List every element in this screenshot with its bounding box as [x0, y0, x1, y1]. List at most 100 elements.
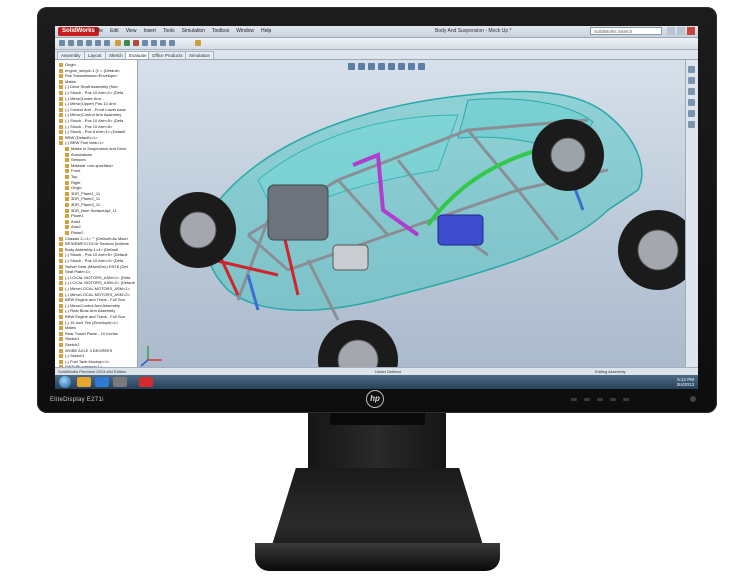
component-icon	[59, 107, 63, 112]
toolbar-icon[interactable]	[160, 40, 166, 46]
menu-item[interactable]: Tools	[163, 28, 175, 34]
component-icon	[59, 298, 63, 303]
toolbar-icon[interactable]	[68, 40, 74, 46]
component-icon	[59, 242, 63, 247]
menu-item[interactable]: View	[126, 28, 137, 34]
minimize-icon[interactable]	[667, 27, 675, 35]
explorer-app-icon[interactable]	[77, 377, 91, 387]
tree-item-label: (-) Shock - Pos 10 Arm<4> (Defa	[65, 258, 124, 263]
toolbar-icon[interactable]	[115, 40, 121, 46]
solidworks-app-icon[interactable]	[139, 377, 153, 387]
task-pane-explorer-icon[interactable]	[688, 88, 695, 95]
tree-item-label: Front	[71, 168, 81, 174]
tab-evaluate[interactable]: Evaluate	[125, 51, 151, 59]
tree-item-label: Mates	[65, 78, 76, 84]
toolbar-icon[interactable]	[133, 40, 139, 46]
component-icon	[59, 309, 63, 314]
component-icon	[59, 247, 63, 252]
tree-item-label: Mates in Suspension and Drive	[71, 146, 127, 151]
component-icon	[59, 124, 63, 129]
tree-item-label: WOBE AXLE 3 DEGREES	[65, 347, 113, 353]
toolbar-icon[interactable]	[77, 40, 83, 46]
menu-item[interactable]: Edit	[110, 28, 119, 34]
view-zoom-icon[interactable]	[348, 63, 355, 70]
tree-item-label: (-) Control Arm - Front Lower Asse	[65, 106, 126, 112]
view-orientation-icon[interactable]	[378, 63, 385, 70]
start-button[interactable]	[59, 376, 71, 388]
component-icon	[59, 281, 63, 286]
menu-item[interactable]: File	[95, 28, 103, 34]
component-icon	[65, 197, 69, 202]
tree-item-label: (-) Shock - Pos 10 Arm<1> (Defa	[65, 90, 124, 95]
tree-item-label: 3DR_Plane2_11	[71, 196, 101, 202]
tree-item-label: Body Assembly-1<4> (Default	[65, 246, 118, 252]
menu-item[interactable]: Window	[236, 28, 254, 34]
view-rotate-icon[interactable]	[358, 63, 365, 70]
tab-layout[interactable]: Layout	[84, 51, 106, 59]
monitor-button[interactable]	[623, 398, 629, 401]
maximize-icon[interactable]	[677, 27, 685, 35]
tree-item-label: (-) Shock - Pos 8 Arm<1> (Default	[65, 129, 126, 135]
toolbar-icon[interactable]	[169, 40, 175, 46]
tree-item-label: Sketch1	[65, 336, 80, 342]
scene-icon[interactable]	[418, 63, 425, 70]
feature-manager-tree[interactable]: Origin engine_simple-1 (1 > (Default< Fiat…	[55, 60, 138, 376]
monitor-screen: SolidWorks File Edit View Insert Tools S…	[55, 26, 698, 389]
tree-item-label: Chassis 2-<1> "" (Default<As Mach	[65, 235, 128, 241]
menu-item[interactable]: Help	[261, 28, 271, 34]
monitor-button[interactable]	[610, 398, 616, 401]
tree-item-label: Axis1	[71, 218, 81, 224]
task-pane-palette-icon[interactable]	[688, 99, 695, 106]
appearance-icon[interactable]	[408, 63, 415, 70]
close-icon[interactable]	[687, 27, 695, 35]
display-style-icon[interactable]	[388, 63, 395, 70]
tree-item-label: (-) BRW Fuel tank<1>	[65, 140, 104, 146]
browser-app-icon[interactable]	[95, 377, 109, 387]
tab-office-products[interactable]: Office Products	[148, 51, 187, 59]
toolbar-icon[interactable]	[151, 40, 157, 46]
toolbar-icon[interactable]	[86, 40, 92, 46]
view-section-icon[interactable]	[368, 63, 375, 70]
monitor-buttons	[571, 398, 629, 401]
toolbar-icon[interactable]	[124, 40, 130, 46]
component-icon	[65, 208, 69, 213]
coordinate-triad-icon	[140, 346, 162, 367]
media-app-icon[interactable]	[113, 377, 127, 387]
tab-simulation[interactable]: Simulation	[185, 51, 215, 59]
toolbar-icon[interactable]	[195, 40, 201, 46]
monitor-button[interactable]	[571, 398, 577, 401]
task-pane-resources-icon[interactable]	[688, 66, 695, 73]
tree-item-label: BRW (Default)<1>	[65, 134, 98, 140]
monitor-button[interactable]	[597, 398, 603, 401]
graphics-viewport[interactable]	[138, 60, 686, 376]
tree-item-label: Right	[71, 179, 81, 185]
hide-show-icon[interactable]	[398, 63, 405, 70]
system-clock[interactable]: 5:12 PM 3/4/2013	[676, 377, 694, 387]
task-pane-custom-icon[interactable]	[688, 121, 695, 128]
toolbar-icon[interactable]	[142, 40, 148, 46]
tree-item-label: (-) Rear Blutz Arm Assembly	[65, 308, 116, 314]
tab-assembly[interactable]: Assembly	[57, 51, 85, 59]
menu-item[interactable]: Simulation	[182, 28, 205, 34]
power-button[interactable]	[690, 396, 696, 402]
stand-base	[255, 543, 500, 571]
task-pane-appearance-icon[interactable]	[688, 110, 695, 117]
task-pane-library-icon[interactable]	[688, 77, 695, 84]
menu-item[interactable]: Insert	[143, 28, 156, 34]
tree-item-label: (-) Sketch1	[65, 353, 85, 359]
menu-item[interactable]: Toolbox	[212, 28, 229, 34]
monitor-button[interactable]	[584, 398, 590, 401]
search-input[interactable]: SolidWorks Search	[590, 27, 662, 35]
tree-item-label: (-) MirrorLOCAL MOTORS_ASM<2>	[65, 291, 130, 297]
tree-item-label: (-) MirrorControl Arm Assembly	[65, 302, 120, 308]
component-icon	[65, 230, 69, 235]
toolbar-icon[interactable]	[95, 40, 101, 46]
tree-item-label: Sensors	[71, 157, 86, 163]
tree-item-label: (-) LOCAL MOTORS_ASM<1> (Defa	[65, 274, 131, 280]
solidworks-logo[interactable]: SolidWorks	[58, 27, 99, 36]
toolbar-icon[interactable]	[104, 40, 110, 46]
tab-sketch[interactable]: Sketch	[105, 51, 127, 59]
component-icon	[59, 348, 63, 353]
toolbar-icon[interactable]	[59, 40, 65, 46]
component-icon	[65, 202, 69, 207]
